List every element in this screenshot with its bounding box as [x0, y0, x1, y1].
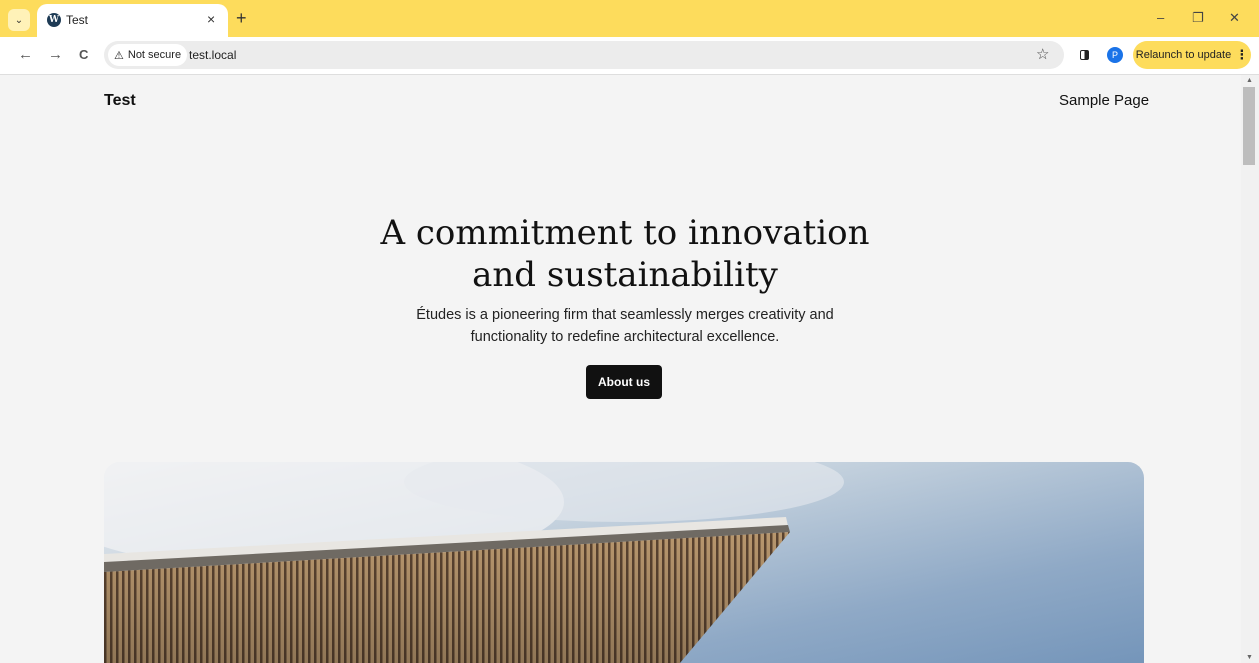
chevron-down-icon: ⌄ [14, 14, 24, 26]
url-text[interactable]: test.local [189, 48, 236, 62]
scroll-up-arrow-icon[interactable]: ▲ [1246, 77, 1253, 84]
side-panel-icon[interactable] [1080, 50, 1089, 60]
relaunch-button[interactable]: Relaunch to update ⋮ [1133, 41, 1251, 69]
hero-heading-line-1: A commitment to innovation [380, 213, 870, 253]
tab-search-button[interactable]: ⌄ [8, 9, 30, 31]
scroll-down-arrow-icon[interactable]: ▼ [1246, 654, 1253, 661]
window-close-icon[interactable]: ✕ [1229, 10, 1240, 26]
security-chip[interactable]: ⚠ Not secure [108, 44, 188, 66]
browser-tab-active[interactable]: W Test × [37, 4, 228, 37]
architecture-photo [104, 462, 1144, 663]
scrollbar-thumb[interactable] [1243, 87, 1255, 165]
more-menu-icon: ⋮ [1235, 47, 1249, 62]
hero-description: Études is a pioneering firm that seamles… [380, 304, 870, 348]
security-label: Not secure [127, 49, 182, 61]
wordpress-icon: W [47, 13, 61, 27]
reload-icon[interactable]: C [79, 47, 88, 62]
browser-tabstrip: ⌄ W Test × + – ❐ ✕ [0, 0, 1259, 37]
address-bar[interactable]: ⚠ Not secure test.local ☆ [104, 41, 1064, 69]
site-title[interactable]: Test [104, 92, 136, 110]
warning-icon: ⚠ [114, 49, 124, 62]
profile-avatar[interactable]: P [1107, 47, 1123, 63]
page-viewport: Test Sample Page A commitment to innovat… [0, 75, 1241, 663]
hero-heading-line-2: and sustainability [472, 255, 778, 295]
tab-title: Test [66, 13, 89, 27]
hero-description-line-2: functionality to redefine architectural … [470, 329, 780, 345]
hero-description-line-1: Études is a pioneering firm that seamles… [416, 307, 834, 323]
new-tab-button[interactable]: + [236, 8, 247, 29]
nav-link-sample-page[interactable]: Sample Page [1059, 92, 1149, 109]
back-icon[interactable]: ← [18, 46, 33, 63]
about-us-button[interactable]: About us [586, 365, 662, 399]
browser-toolbar: ← → C ⚠ Not secure test.local ☆ P Relaun… [0, 37, 1259, 75]
bookmark-star-icon[interactable]: ☆ [1036, 45, 1049, 63]
forward-icon[interactable]: → [48, 46, 63, 63]
hero-heading: A commitment to innovation and sustainab… [320, 212, 930, 296]
hero-image [104, 462, 1144, 663]
minimize-icon[interactable]: – [1157, 10, 1164, 25]
restore-icon[interactable]: ❐ [1192, 10, 1204, 26]
relaunch-label: Relaunch to update [1135, 49, 1232, 61]
close-tab-icon[interactable]: × [207, 11, 215, 27]
